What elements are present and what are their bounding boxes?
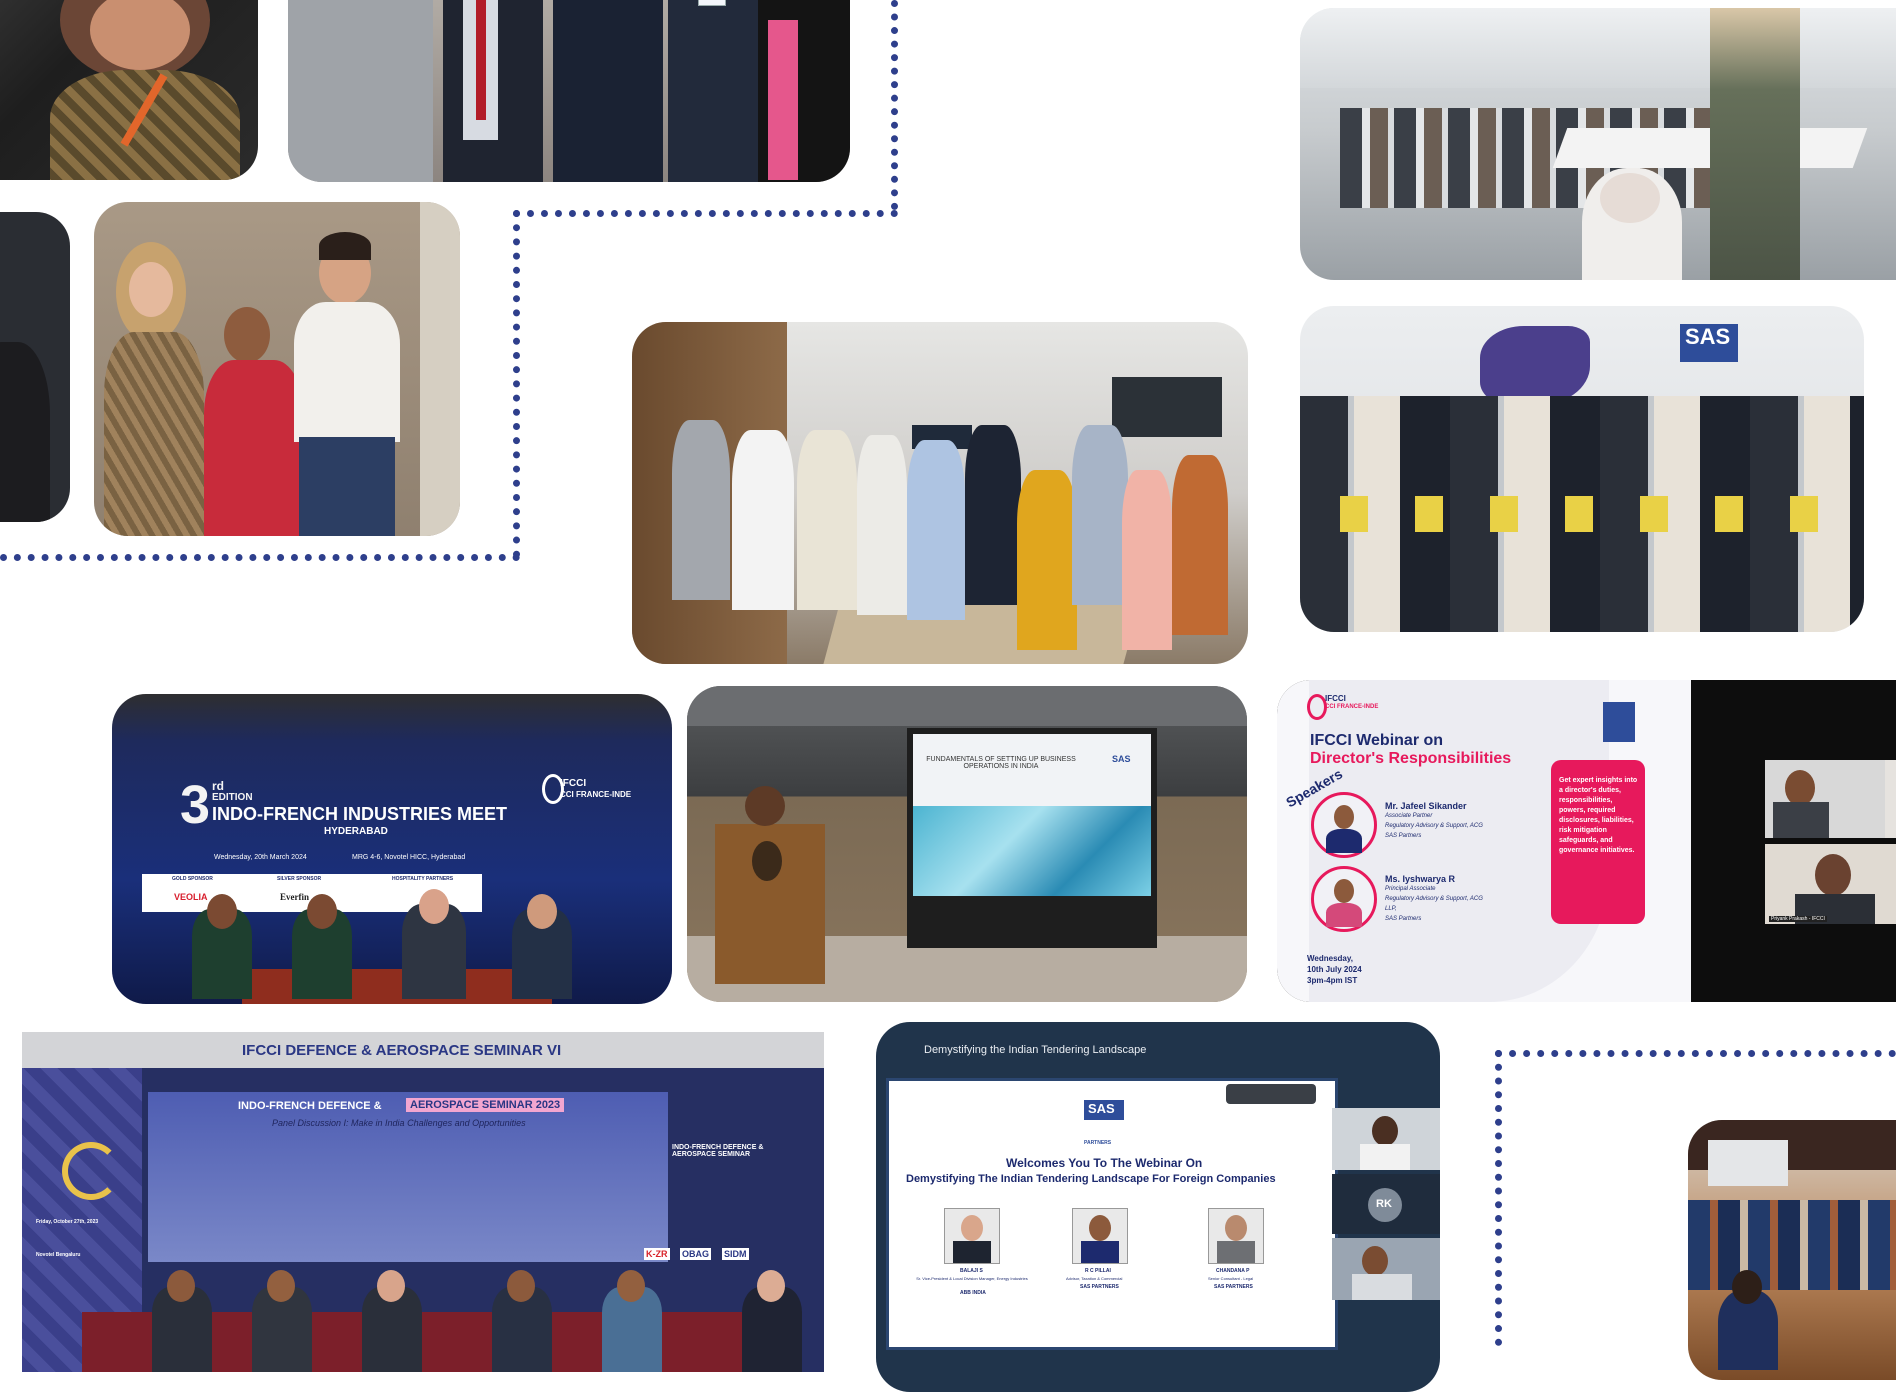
dotted-divider bbox=[891, 0, 898, 210]
dotted-divider bbox=[0, 554, 520, 561]
defence-top-title: IFCCI DEFENCE & AEROSPACE SEMINAR VI bbox=[242, 1042, 562, 1059]
photo-men-suits-lanyards bbox=[288, 0, 850, 182]
participant-caption: Priyank Prakash - IFCCI bbox=[1769, 916, 1827, 922]
tendering-speaker-2-name: R C PILLAI bbox=[1085, 1268, 1111, 1274]
speaker-2-firm: SAS Partners bbox=[1385, 916, 1422, 922]
speaker-1-desc: Regulatory Advisory & Support, ACG bbox=[1385, 823, 1483, 829]
speaker-2-name: Ms. Iyshwarya R bbox=[1385, 874, 1456, 884]
photo-tendering-webinar: Demystifying the Indian Tendering Landsc… bbox=[876, 1022, 1440, 1392]
webinar-date: 10th July 2024 bbox=[1307, 965, 1362, 974]
webinar-heading-line-1: IFCCI Webinar on bbox=[1310, 732, 1444, 749]
photo-three-people-main bbox=[94, 202, 460, 536]
sponsor-veolia: VEOLIA bbox=[174, 892, 208, 902]
sponsor-label-hospitality: HOSPITALITY PARTNERS bbox=[392, 876, 454, 882]
defence-main-title-a: INDO-FRENCH DEFENCE & bbox=[238, 1100, 382, 1112]
photo-group-office bbox=[632, 322, 1248, 664]
sponsor-label-gold: GOLD SPONSOR bbox=[172, 876, 213, 882]
tendering-title: Demystifying The Indian Tendering Landsc… bbox=[906, 1173, 1276, 1185]
speaker-1-avatar bbox=[1311, 792, 1377, 858]
sponsor-everfin: Everfin bbox=[280, 892, 309, 902]
defence-venue: Novotel Bengaluru bbox=[36, 1252, 81, 1258]
tendering-sas-sub: PARTNERS bbox=[1084, 1140, 1112, 1146]
dotted-divider bbox=[1495, 1050, 1502, 1346]
speaker-2-avatar bbox=[1311, 866, 1377, 932]
speaker-1-role: Associate Partner bbox=[1385, 813, 1433, 819]
tendering-speaker-3-name: CHANDANA P bbox=[1216, 1268, 1250, 1274]
webinar-date-day: Wednesday, bbox=[1307, 954, 1353, 963]
dotted-divider bbox=[513, 210, 898, 217]
defence-sponsor-2: OBAG bbox=[680, 1248, 711, 1260]
webinar-org-logo: IFCCI bbox=[1325, 694, 1346, 703]
defence-subtitle: Panel Discussion I: Make in India Challe… bbox=[272, 1118, 526, 1128]
event-title: INDO-FRENCH INDUSTRIES MEET bbox=[212, 804, 508, 824]
tendering-speaker-2-photo bbox=[1072, 1208, 1128, 1264]
event-venue: MRG 4-6, Novotel HICC, Hyderabad bbox=[352, 854, 466, 861]
photo-woman-lanyard bbox=[0, 0, 258, 180]
event-date: Wednesday, 20th March 2024 bbox=[214, 854, 307, 861]
edition-label: EDITION bbox=[212, 792, 253, 803]
defence-side-title: INDO-FRENCH DEFENCE & AEROSPACE SEMINAR bbox=[672, 1144, 764, 1158]
dotted-divider bbox=[1495, 1050, 1896, 1057]
speaker-1-firm: SAS Partners bbox=[1385, 833, 1422, 839]
tendering-sas-logo: SAS bbox=[1088, 1101, 1115, 1116]
speaker-2-role: Principal Associate bbox=[1385, 886, 1436, 892]
sponsor-label-silver: SILVER SPONSOR bbox=[277, 876, 322, 882]
sas-logo: SAS bbox=[1685, 324, 1731, 349]
photo-book-launch: SAS bbox=[1300, 306, 1864, 632]
speaker-2-desc-2: LLP, bbox=[1385, 906, 1397, 912]
slide-title: FUNDAMENTALS OF SETTING UP BUSINESS OPER… bbox=[926, 756, 1076, 770]
tendering-speaker-1-name: BALAJI S bbox=[960, 1268, 983, 1274]
tendering-speaker-1-org: ABB INDIA bbox=[960, 1290, 986, 1296]
slide-sas-logo: SAS bbox=[1112, 754, 1131, 764]
tendering-speaker-1-role: Sr. Vice-President & Local Division Mana… bbox=[916, 1276, 1028, 1281]
defence-main-title-b: AEROSPACE SEMINAR 2023 bbox=[406, 1098, 565, 1112]
dotted-divider bbox=[513, 210, 520, 558]
ifcci-subtitle: CCI FRANCE-INDE bbox=[560, 790, 632, 799]
webinar-time: 3pm-4pm IST bbox=[1307, 976, 1358, 985]
participant-initials: RK bbox=[1376, 1198, 1392, 1210]
webinar-heading-line-2: Director's Responsibilities bbox=[1310, 750, 1512, 767]
tendering-welcome: Welcomes You To The Webinar On bbox=[1006, 1156, 1203, 1170]
photo-three-people bbox=[0, 212, 70, 522]
webinar-info-text: Get expert insights into a director's du… bbox=[1559, 777, 1638, 854]
photo-training-classroom bbox=[1300, 8, 1896, 280]
photo-defence-aerospace-seminar: IFCCI DEFENCE & AEROSPACE SEMINAR VI Fri… bbox=[22, 1032, 824, 1372]
tendering-speaker-1-photo bbox=[944, 1208, 1000, 1264]
webinar-window-title: Demystifying the Indian Tendering Landsc… bbox=[924, 1044, 1147, 1056]
tendering-speaker-3-photo bbox=[1208, 1208, 1264, 1264]
defence-date: Friday, October 27th, 2023 bbox=[36, 1219, 99, 1225]
speaker-1-name: Mr. Jafeel Sikander bbox=[1385, 801, 1467, 811]
tendering-speaker-2-org: SAS PARTNERS bbox=[1080, 1284, 1119, 1290]
photo-projector-presentation: FUNDAMENTALS OF SETTING UP BUSINESS OPER… bbox=[687, 686, 1247, 1002]
photo-group-seated-floor bbox=[1688, 1120, 1896, 1380]
edition-suffix: rd bbox=[212, 779, 224, 793]
tendering-speaker-3-role: Senior Consultant - Legal bbox=[1208, 1276, 1254, 1281]
tendering-speaker-3-org: SAS PARTNERS bbox=[1214, 1284, 1253, 1290]
defence-sponsor-3: SIDM bbox=[722, 1248, 749, 1260]
speaker-2-desc: Regulatory Advisory & Support, ACG bbox=[1385, 896, 1483, 902]
event-city: HYDERABAD bbox=[324, 826, 388, 837]
defence-sponsor-1: K-ZR bbox=[644, 1248, 670, 1260]
edition-number: 3 bbox=[180, 775, 211, 835]
photo-indo-french-industries-meet: 3 rd EDITION INDO-FRENCH INDUSTRIES MEET… bbox=[112, 694, 672, 1004]
tendering-speaker-2-role: Advisor, Taxation & Commercial bbox=[1066, 1276, 1123, 1281]
photo-webinar-director-responsibilities: IFCCI CCI FRANCE-INDE IFCCI Webinar on D… bbox=[1277, 680, 1896, 1002]
webinar-org-sub: CCI FRANCE-INDE bbox=[1325, 704, 1379, 710]
